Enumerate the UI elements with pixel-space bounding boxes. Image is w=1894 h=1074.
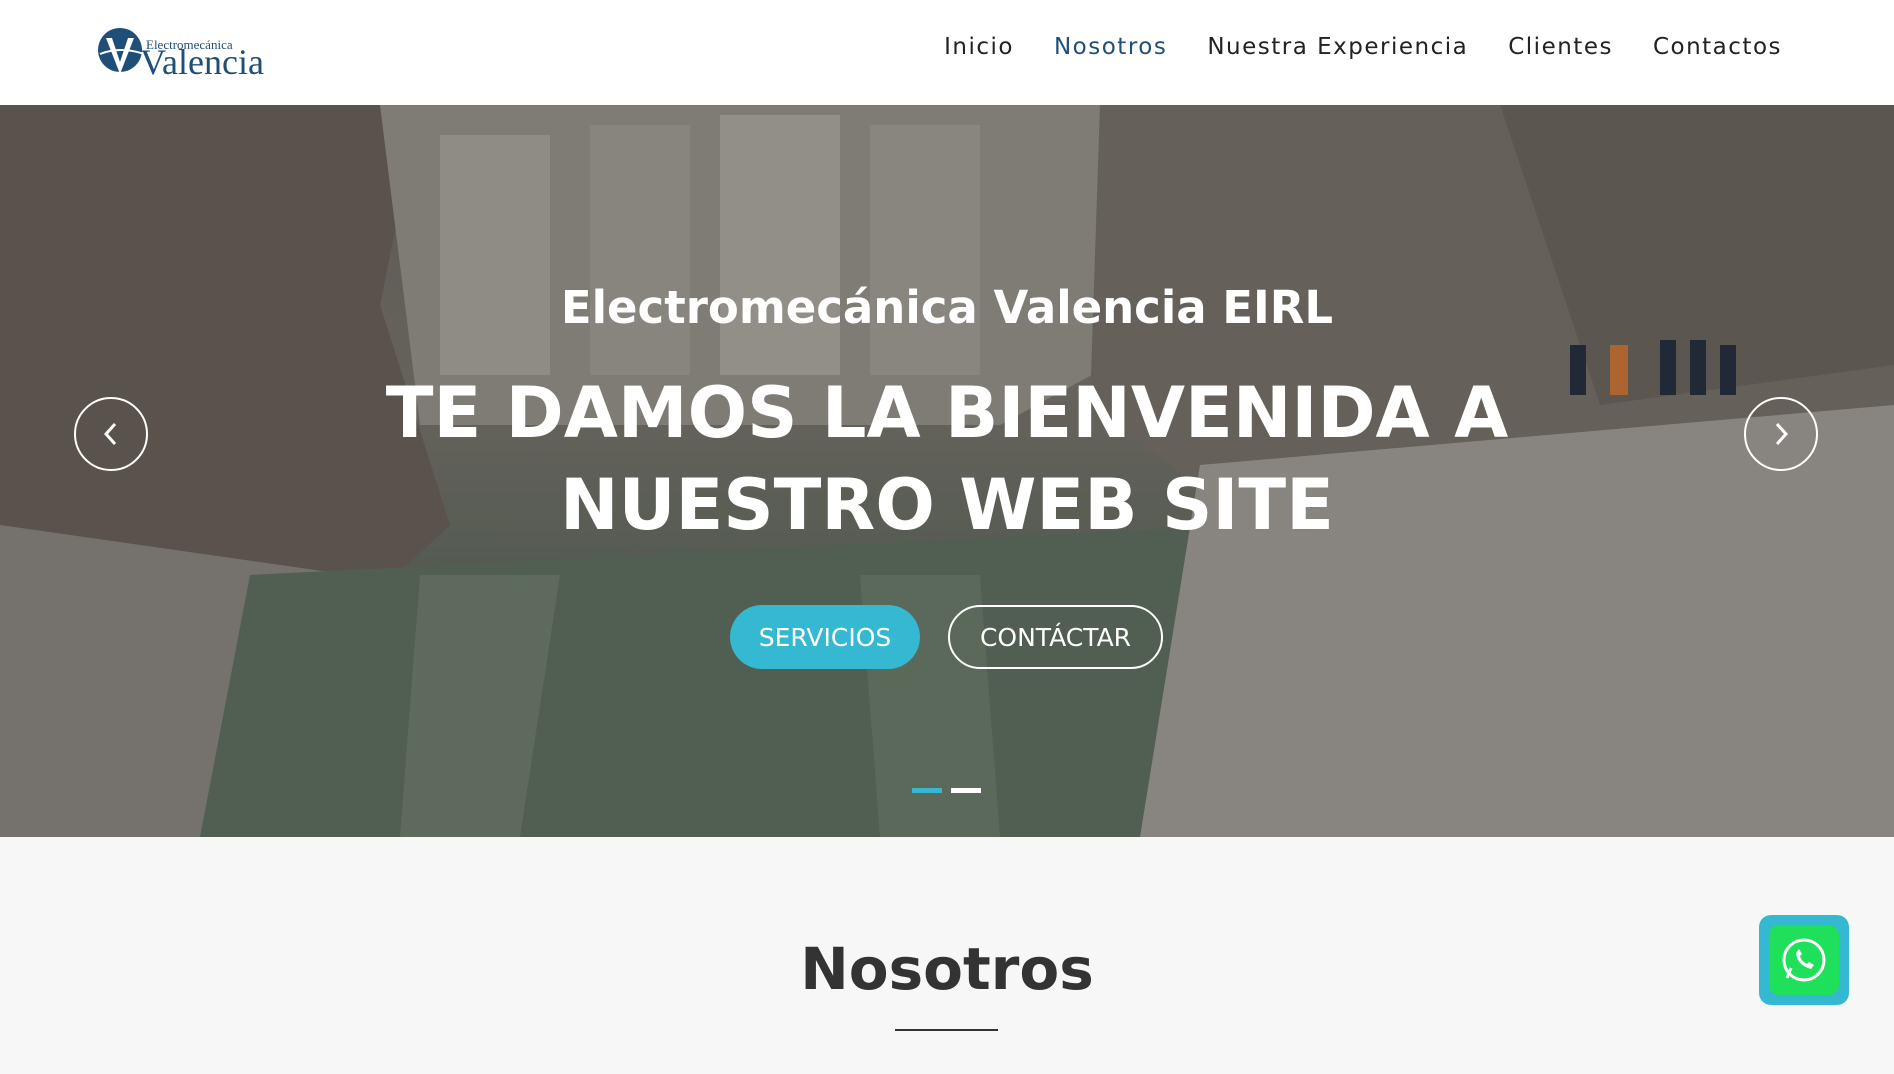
nav-item-nosotros[interactable]: Nosotros [1054,34,1167,60]
servicios-button[interactable]: SERVICIOS [730,605,920,669]
carousel-indicator-1[interactable] [912,788,942,793]
whatsapp-button[interactable] [1759,915,1849,1005]
carousel-prev-button[interactable] [74,397,148,471]
carousel-indicator-2[interactable] [951,788,981,793]
main-nav: Inicio Nosotros Nuestra Experiencia Clie… [944,34,1782,60]
section-divider [895,1029,998,1031]
company-logo[interactable]: Electromecánica Valencia [96,24,264,84]
hero-subtitle: Electromecánica Valencia EIRL [560,281,1334,334]
whatsapp-icon [1782,938,1826,982]
chevron-right-icon [1775,422,1789,446]
nav-item-clientes[interactable]: Clientes [1508,34,1613,60]
hero-carousel: Electromecánica Valencia EIRL TE DAMOS L… [0,105,1894,837]
logo-main-text: Valencia [140,42,264,82]
contactar-button[interactable]: CONTÁCTAR [948,605,1163,669]
section-title-nosotros: Nosotros [800,935,1094,1003]
nav-item-contactos[interactable]: Contactos [1653,34,1782,60]
hero-title: TE DAMOS LA BIENVENIDA A NUESTRO WEB SIT… [385,372,1509,546]
nav-item-nuestra-experiencia[interactable]: Nuestra Experiencia [1207,34,1468,60]
nav-item-inicio[interactable]: Inicio [944,34,1014,60]
chevron-left-icon [103,422,117,446]
carousel-next-button[interactable] [1744,397,1818,471]
carousel-indicators [912,788,981,793]
top-navbar: Electromecánica Valencia Inicio Nosotros… [0,0,1894,105]
whatsapp-icon-box [1769,925,1839,995]
